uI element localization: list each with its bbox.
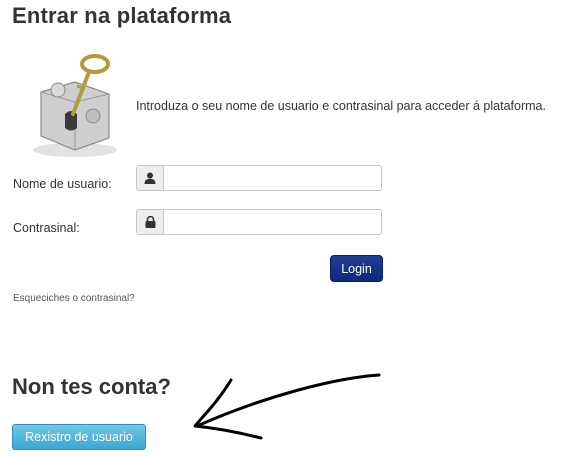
password-input[interactable] [164, 210, 381, 234]
intro-text: Introduza o seu nome de usuario e contra… [136, 99, 546, 113]
login-button[interactable]: Login [330, 255, 383, 282]
signup-title: Non tes conta? [12, 374, 171, 399]
password-field-group [136, 209, 382, 235]
password-label: Contrasinal: [13, 221, 80, 235]
key-puzzle-image [13, 50, 131, 163]
user-icon [137, 166, 164, 190]
page-title: Entrar na plataforma [12, 3, 232, 28]
forgot-password-link[interactable]: Esqueciches o contrasinal? [13, 293, 135, 304]
lock-icon [137, 210, 164, 234]
hand-drawn-arrow-icon [193, 373, 381, 440]
register-button[interactable]: Rexistro de usuario [12, 424, 146, 450]
username-input[interactable] [164, 166, 381, 190]
username-field-group [136, 165, 382, 191]
username-label: Nome de usuario: [13, 177, 112, 191]
